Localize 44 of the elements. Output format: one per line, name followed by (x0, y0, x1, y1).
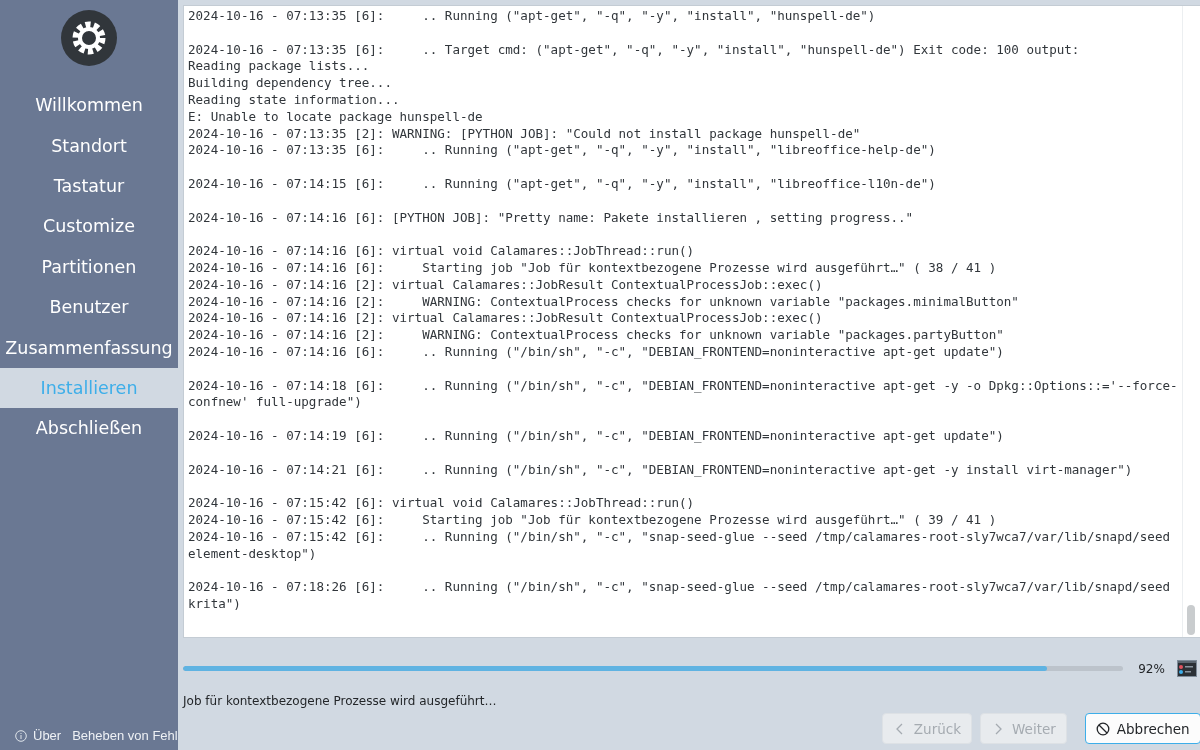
log-line: 2024-10-16 - 07:13:35 [2]: WARNING: [PYTHON JOB]: "Could not install package hunspell-de" (188, 125, 861, 143)
log-line: element-desktop") (188, 545, 317, 563)
log-line: 2024-10-16 - 07:18:26 [6]: .. Running ("/bin/sh", "-c", "snap-seed-glue --seed /tmp/calamares-root-sly7wca7/var/lib/snapd/seed (188, 579, 1170, 596)
sidebar-item[interactable]: Standort (0, 125, 178, 166)
log-line: Reading state information... (188, 92, 400, 109)
cancel-button[interactable]: Abbrechen (1084, 713, 1200, 744)
info-icon (15, 729, 27, 742)
log-line: E: Unable to locate package hunspell-de (188, 108, 483, 126)
sidebar-item[interactable]: Tastatur (0, 165, 178, 207)
log-line: 2024-10-16 - 07:15:42 [6]: virtual void Calamares::JobThread::run() (188, 495, 695, 512)
log-line: Reading package lists... (188, 58, 370, 76)
log-line: 2024-10-16 - 07:14:21 [6]: .. Running ("/bin/sh", "-c", "DEBIAN_FRONTEND=noninteractive apt-get -y install virt-manager") (188, 461, 1133, 479)
sidebar-item[interactable]: Zusammenfassung (0, 327, 178, 368)
log-line: 2024-10-16 - 07:14:16 [2]: WARNING: ContextualProcess checks for unknown variable "packages.partyButton" (188, 327, 1004, 344)
log-line: confnew' full-upgrade") (188, 394, 362, 412)
sidebar-item[interactable]: Abschließen (0, 408, 178, 449)
log-line: 2024-10-16 - 07:14:19 [6]: .. Running ("/bin/sh", "-c", "DEBIAN_FRONTEND=noninteractive apt-get update") (188, 427, 1004, 445)
gear-logo-icon (60, 9, 118, 67)
sidebar-item[interactable]: Customize (0, 206, 178, 247)
log-line: 2024-10-16 - 07:14:16 [6]: .. Running ("/bin/sh", "-c", "DEBIAN_FRONTEND=noninteractive apt-get update") (188, 343, 1004, 361)
sidebar-item[interactable]: Willkommen (0, 85, 178, 126)
log-line: 2024-10-16 - 07:14:16 [6]: Starting job "Job für kontextbezogene Prozesse wird ausgeführt…" ( 38 / 41 ) (188, 259, 997, 277)
status-text: Job für kontextbezogene Prozesse wird ausgeführt… (183, 694, 498, 708)
log-line: 2024-10-16 - 07:13:35 [6]: .. Target cmd: ("apt-get", "-q", "-y", "install", "hunspell-de") Exit code: 100 output: (188, 41, 1080, 59)
log-line: 2024-10-16 - 07:14:16 [6]: virtual void Calamares::JobThread::run() (188, 243, 695, 260)
log-line: 2024-10-16 - 07:14:16 [2]: WARNING: ContextualProcess checks for unknown variable "packages.minimalButton" (188, 293, 1019, 311)
log-line: 2024-10-16 - 07:15:42 [6]: Starting job "Job für kontextbezogene Prozesse wird ausgeführt…" ( 39 / 41 ) (188, 511, 997, 529)
log-line: 2024-10-16 - 07:14:16 [2]: virtual Calamares::JobResult ContextualProcessJob::exec() (188, 310, 823, 328)
log-line: 2024-10-16 - 07:14:15 [6]: .. Running ("apt-get", "-q", "-y", "install", "libreoffice-l10n-de") (188, 175, 936, 193)
progress-percent: 92% (1137, 661, 1166, 676)
log-window-icon[interactable] (1176, 660, 1197, 677)
log-line: 2024-10-16 - 07:15:42 [6]: .. Running ("/bin/sh", "-c", "snap-seed-glue --seed /tmp/calamares-root-sly7wca7/var/lib/snapd/seed (188, 528, 1170, 546)
footer-link[interactable]: Beheben von Fehl (72, 728, 178, 743)
log-line: Building dependency tree... (188, 75, 392, 92)
footer-link[interactable]: Über (15, 728, 62, 743)
log-line: krita") (188, 595, 241, 613)
log-line: 2024-10-16 - 07:14:18 [6]: .. Running ("/bin/sh", "-c", "DEBIAN_FRONTEND=noninteractive apt-get -y -o Dpkg::Options::='--force- (188, 377, 1178, 395)
log-line: 2024-10-16 - 07:14:16 [6]: [PYTHON JOB]: "Pretty name: Pakete installieren , setting progress.." (188, 209, 914, 227)
log-line: 2024-10-16 - 07:14:16 [2]: virtual Calamares::JobResult ContextualProcessJob::exec() (188, 276, 823, 294)
log-line: 2024-10-16 - 07:13:35 [6]: .. Running ("apt-get", "-q", "-y", "install", "libreoffice-help-de") (188, 142, 936, 160)
sidebar-item[interactable]: Benutzer (0, 286, 178, 328)
sidebar-item[interactable]: Partitionen (0, 246, 178, 287)
cancel-icon (1095, 721, 1110, 736)
log-line: 2024-10-16 - 07:13:35 [6]: .. Running ("apt-get", "-q", "-y", "install", "hunspell-de") (188, 8, 876, 25)
